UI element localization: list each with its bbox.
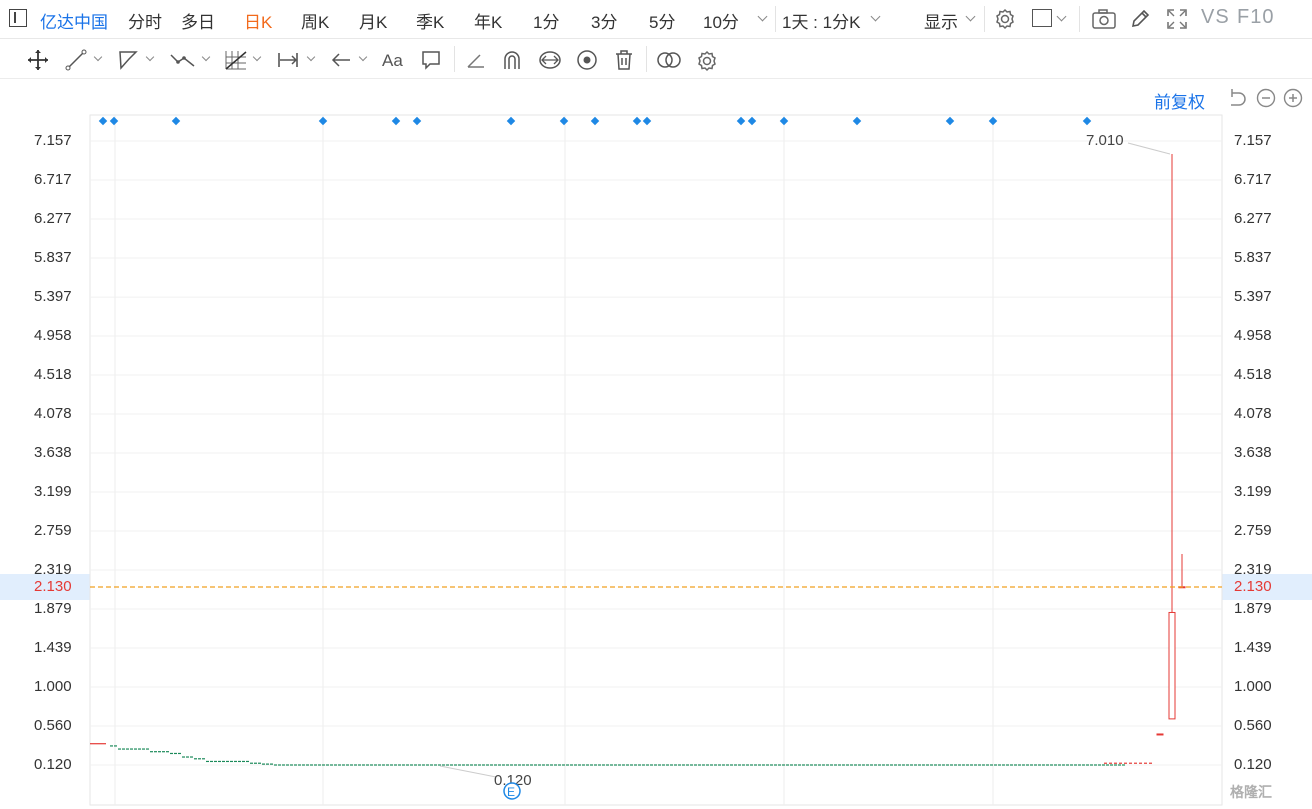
event-diamond-marker (391, 116, 401, 126)
event-diamond-marker (852, 116, 862, 126)
event-diamond-marker (779, 116, 789, 126)
event-diamond-markers (98, 116, 1092, 126)
kline-chart[interactable]: 7.010 0.120 E (0, 0, 1312, 809)
plot-border (89, 114, 1223, 806)
event-diamond-marker (318, 116, 328, 126)
low-annotation-leader (439, 765, 497, 778)
chart-grid (89, 114, 1223, 806)
event-diamond-marker (171, 116, 181, 126)
event-diamond-marker (506, 116, 516, 126)
event-diamond-marker (988, 116, 998, 126)
event-diamond-marker (642, 116, 652, 126)
price-series (90, 154, 1186, 766)
event-diamond-marker (98, 116, 108, 126)
watermark-logo: 格隆汇 (1230, 784, 1272, 800)
event-diamond-marker (559, 116, 569, 126)
high-annotation-label: 7.010 (1086, 132, 1124, 149)
event-diamond-marker (945, 116, 955, 126)
event-diamond-marker (632, 116, 642, 126)
candle-body (1168, 611, 1176, 720)
event-diamond-marker (1082, 116, 1092, 126)
candle-body (1156, 733, 1164, 736)
high-annotation-leader (1127, 142, 1171, 155)
event-diamond-marker (109, 116, 119, 126)
event-e-marker-label: E (507, 785, 515, 799)
event-diamond-marker (736, 116, 746, 126)
event-diamond-marker (590, 116, 600, 126)
event-diamond-marker (412, 116, 422, 126)
event-diamond-marker (747, 116, 757, 126)
